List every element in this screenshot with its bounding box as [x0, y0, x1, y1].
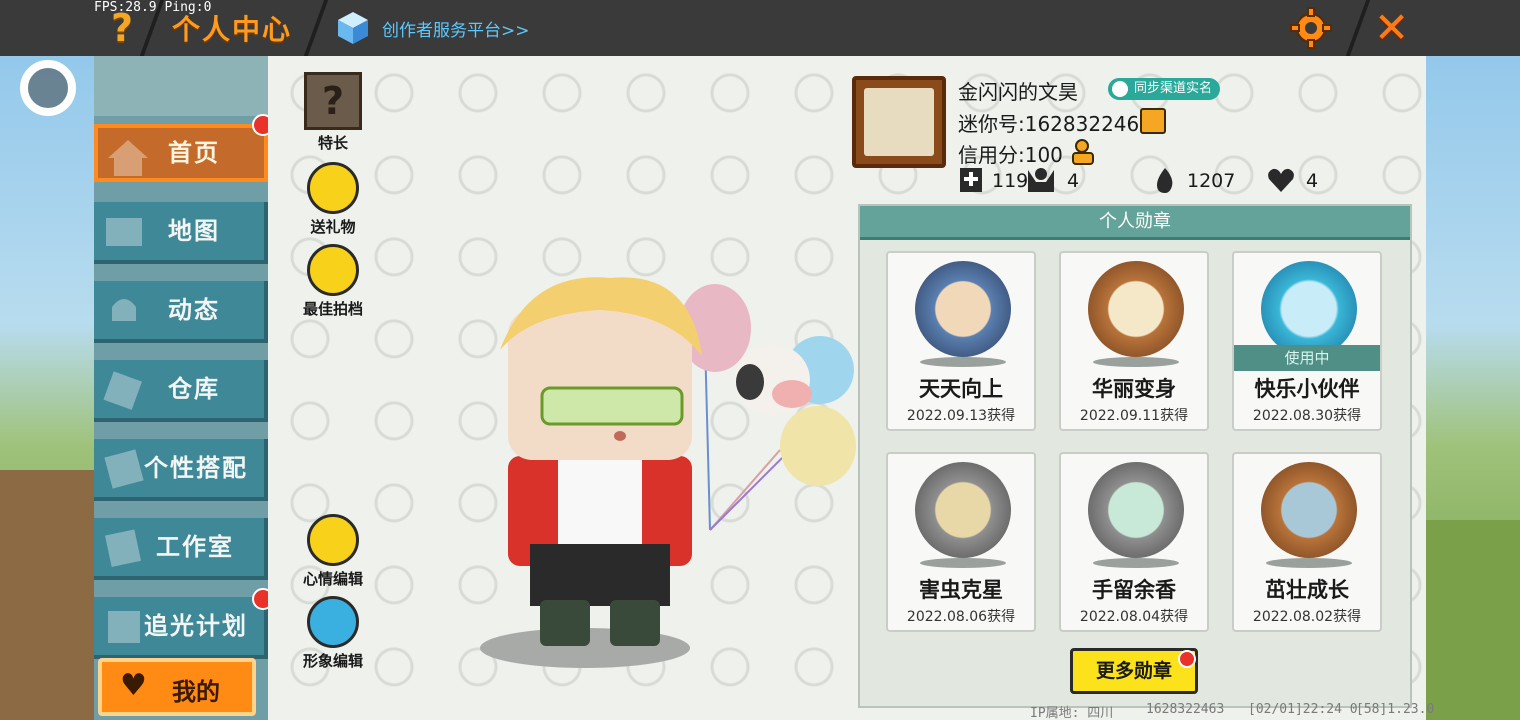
nav-label: 追光计划 — [144, 612, 248, 640]
medal-fragrance-icon — [1088, 462, 1184, 558]
medal-card[interactable]: 使用中 快乐小伙伴 2022.08.30获得 — [1232, 251, 1382, 431]
bookmark-count: 119 — [992, 170, 1029, 192]
outfit-edit-icon — [307, 596, 359, 648]
credit-score: 信用分:100 — [958, 143, 1063, 167]
question-box-icon: ? — [304, 72, 362, 130]
divider — [303, 0, 329, 56]
mine-button[interactable]: ♥ 我的 — [98, 658, 256, 716]
mood-label: 心情编辑 — [302, 570, 363, 588]
gift-icon — [307, 162, 359, 214]
medal-date: 2022.09.11获得 — [1079, 408, 1189, 424]
nav-label: 地图 — [168, 217, 220, 245]
best-partner-action[interactable]: 最佳拍档 — [298, 244, 368, 319]
page-title: 个人中心 — [172, 13, 293, 46]
mini-id: 迷你号:1628322463 — [958, 112, 1152, 136]
nav-label: 动态 — [168, 296, 220, 324]
copy-icon[interactable] — [1140, 108, 1166, 134]
gear-icon[interactable] — [1290, 7, 1332, 49]
image-edit-action[interactable]: 形象编辑 — [298, 596, 368, 671]
medal-transform-icon — [1088, 261, 1184, 357]
footer-time: [02/01]22:24 0 — [1248, 702, 1358, 717]
fans-icon — [1028, 168, 1054, 192]
help-icon[interactable]: ? — [104, 6, 140, 50]
medal-date: 2022.08.30获得 — [1252, 408, 1362, 424]
heart-icon — [1268, 168, 1294, 192]
medal-study-icon — [915, 261, 1011, 357]
medal-shadow — [920, 357, 1006, 367]
medal-date: 2022.09.13获得 — [906, 408, 1016, 424]
heat-count: 1207 — [1187, 170, 1236, 192]
medal-shadow — [920, 558, 1006, 568]
medal-date: 2022.08.04获得 — [1079, 609, 1189, 625]
medal-name: 快乐小伙伴 — [1254, 377, 1360, 401]
cube-icon[interactable] — [336, 10, 370, 46]
medal-card[interactable]: 茁壮成长 2022.08.02获得 — [1232, 452, 1382, 632]
nav-item-spotlight[interactable]: 追光计划 — [94, 597, 268, 659]
avatar-portrait[interactable] — [852, 76, 946, 168]
fans-count: 4 — [1067, 170, 1080, 192]
medal-name: 害虫克星 — [919, 578, 1003, 602]
floating-menu-button[interactable] — [20, 60, 76, 116]
nav-item-studio[interactable]: 工作室 — [94, 518, 268, 580]
medal-name: 天天向上 — [919, 377, 1003, 401]
medal-card[interactable]: 害虫克星 2022.08.06获得 — [886, 452, 1036, 632]
nav-label: 仓库 — [168, 375, 220, 403]
mood-edit-action[interactable]: 心情编辑 — [298, 514, 368, 589]
avatar-character[interactable] — [470, 270, 870, 670]
creator-platform-link[interactable]: 创作者服务平台>> — [382, 16, 530, 41]
footer-uid: 1628322463 — [1146, 702, 1225, 717]
mine-label: 我的 — [172, 678, 220, 706]
medal-card[interactable]: 天天向上 2022.09.13获得 — [886, 251, 1036, 431]
flame-icon — [1157, 168, 1173, 193]
heart-icon: ♥ — [120, 668, 147, 703]
medal-name: 华丽变身 — [1092, 377, 1176, 401]
credit-person-icon[interactable] — [1070, 138, 1098, 166]
medal-name: 手留余香 — [1092, 578, 1176, 602]
medal-date: 2022.08.02获得 — [1252, 609, 1362, 625]
nav-item-activity[interactable]: 动态 — [94, 281, 268, 343]
edit-icon — [307, 514, 359, 566]
medal-friends-icon — [1261, 261, 1357, 357]
medal-panel-title: 个人勋章 — [860, 206, 1410, 240]
nav-item-outfit[interactable]: 个性搭配 — [94, 439, 268, 501]
bookmark-icon — [960, 168, 982, 192]
specialty-action[interactable]: ? 特长 — [298, 72, 368, 153]
close-icon[interactable]: ✕ — [1374, 4, 1409, 52]
scenery-block-left — [0, 470, 94, 720]
scenery-block-right — [1426, 520, 1520, 720]
player-name: 金闪闪的文昊 — [958, 80, 1078, 104]
medal-shadow — [1266, 558, 1352, 568]
nav-item-home[interactable]: 首页 — [94, 124, 268, 182]
nav-item-warehouse[interactable]: 仓库 — [94, 360, 268, 422]
ip-location: IP属地: 四川 — [1030, 706, 1114, 720]
in-use-badge: 使用中 — [1234, 345, 1380, 371]
footer-version: [58]1.23.0 — [1356, 702, 1435, 717]
nav-label: 个性搭配 — [144, 454, 248, 482]
handshake-icon — [307, 244, 359, 296]
notification-dot — [1178, 650, 1196, 668]
send-gift-action[interactable]: 送礼物 — [298, 162, 368, 237]
nav-header — [94, 56, 268, 116]
nav-label: 工作室 — [156, 533, 234, 561]
medal-bug-icon — [915, 462, 1011, 558]
image-label: 形象编辑 — [302, 652, 363, 670]
medal-date: 2022.08.06获得 — [906, 609, 1016, 625]
likes-count: 4 — [1306, 170, 1319, 192]
medal-card[interactable]: 华丽变身 2022.09.11获得 — [1059, 251, 1209, 431]
medal-shadow — [1093, 558, 1179, 568]
partner-label: 最佳拍档 — [302, 300, 363, 318]
nav-item-map[interactable]: 地图 — [94, 202, 268, 264]
nav-label: 首页 — [168, 139, 220, 167]
medal-name: 茁壮成长 — [1265, 578, 1349, 602]
sync-realname-badge[interactable]: 同步渠道实名 — [1108, 78, 1221, 100]
gift-label: 送礼物 — [310, 218, 356, 236]
medal-shadow — [1093, 357, 1179, 367]
divider — [1345, 0, 1371, 56]
portrait-image — [864, 88, 934, 156]
medal-card[interactable]: 手留余香 2022.08.04获得 — [1059, 452, 1209, 632]
medal-growth-icon — [1261, 462, 1357, 558]
specialty-label: 特长 — [317, 134, 348, 152]
